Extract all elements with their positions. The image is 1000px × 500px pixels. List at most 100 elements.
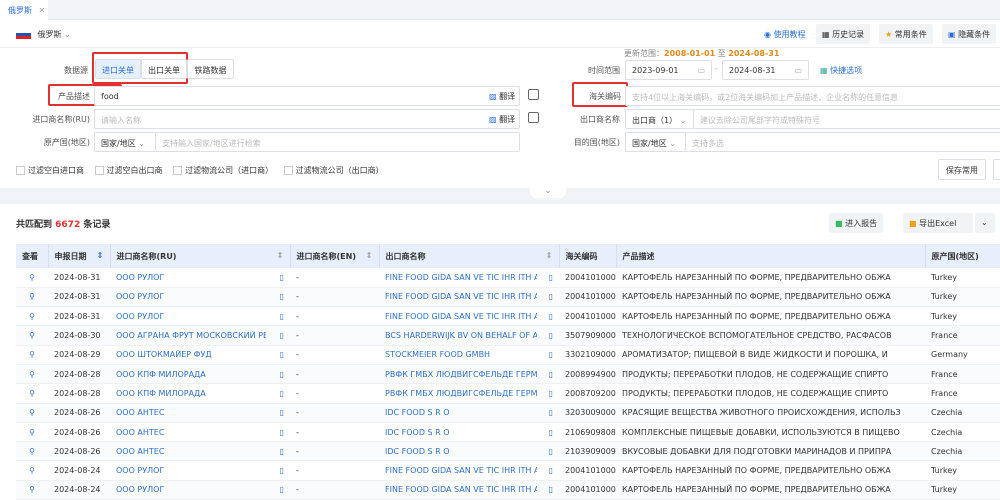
exporter-cell[interactable]: FINE FOOD GIDA SAN VE TIC IHR ITH A S ▯ [379,460,559,481]
copy-icon[interactable]: ▯ [280,447,284,456]
exporter-cell[interactable]: IDC FOOD S R O ▯ [379,441,559,462]
view-icon[interactable]: ⚲ [16,364,48,385]
copy-icon[interactable]: ▯ [549,331,553,340]
col-importer-en[interactable]: 进口商名称(EN) ⇕ [290,244,380,268]
exporter-cell[interactable]: РВФК ГМБХ ЛЮДВИГСФЕЛЬДЕ ГЕРМАН ▯ [379,383,559,404]
exporter-name-input[interactable]: 建议去除公司尾部字符或特殊符号 [693,109,1000,129]
view-icon[interactable]: ⚲ [16,422,48,443]
report-button[interactable]: ■ 进入报告 [829,213,884,233]
copy-icon[interactable]: ▯ [280,389,284,398]
origin-type-select[interactable]: 国家/地区 ⌄ [94,132,156,152]
exporter-cell[interactable]: FINE FOOD GIDA SAN VE TIC IHR ITH A S ▯ [379,306,559,327]
favorites-button[interactable]: ★ 常用条件 [879,24,933,44]
filter-blank-exporter[interactable]: 过滤空白出口商 [94,166,163,175]
exporter-cell[interactable]: FINE FOOD GIDA SAN VE TIC IHR ITH A S ▯ [379,268,559,288]
importer-ru-cell[interactable]: ООО АНТЕС ▯ [110,441,290,462]
date-from-input[interactable]: 2023-09-01 ▭ [625,60,712,80]
camera-icon[interactable] [528,89,539,100]
importer-ru-cell[interactable]: ООО РУЛОГ ▯ [110,480,290,500]
exporter-cell[interactable]: BCS HARDERWIJK BV ON BEHALF OF AG ▯ [379,325,559,346]
view-icon[interactable]: ⚲ [16,268,48,288]
product-description-input[interactable]: food [94,86,520,106]
importer-ru-cell[interactable]: ООО АГРАНА ФРУТ МОСКОВСКИЙ РЕГ ▯ [110,325,290,346]
col-importer-ru[interactable]: 进口商名称(RU) ⇕ [110,244,291,268]
copy-icon[interactable]: ▯ [280,331,284,340]
checkbox[interactable] [94,166,104,175]
importer-name-input[interactable]: 请输入名称 [94,109,520,129]
copy-icon[interactable]: ▯ [549,466,553,475]
destination-input[interactable]: 支持多选 [685,132,1000,152]
importer-ru-cell[interactable]: ООО ШТОКМАЙЕР ФУД ▯ [110,345,290,365]
copy-icon[interactable]: ▯ [549,273,553,282]
import-bill-option[interactable]: 进口关单 [95,59,141,79]
more-button[interactable] [993,159,1000,180]
copy-icon[interactable]: ▯ [549,447,553,456]
tab-russia[interactable]: 俄罗斯 ✕ [0,0,48,20]
importer-ru-cell[interactable]: ООО АНТЕС ▯ [110,422,290,443]
copy-icon[interactable]: ▯ [549,485,553,494]
checkbox[interactable] [16,166,25,175]
close-icon[interactable]: ✕ [39,6,46,15]
hide-conditions-button[interactable]: ▣ 隐藏条件 [942,24,997,44]
view-icon[interactable]: ⚲ [16,480,48,500]
exporter-cell[interactable]: FINE FOOD GIDA SAN VE TIC IHR ITH A S ▯ [379,480,559,500]
exporter-cell[interactable]: FINE FOOD GIDA SAN VE TIC IHR ITH A S ▯ [379,287,559,308]
country-selector[interactable]: 俄罗斯 ⌄ [16,29,71,40]
copy-icon[interactable]: ▯ [280,312,284,321]
copy-icon[interactable]: ▯ [549,389,553,398]
checkbox[interactable] [173,166,183,175]
translate-button[interactable]: ▨ 翻译 [489,91,515,102]
export-dropdown[interactable]: ⌄ [975,213,995,233]
importer-ru-cell[interactable]: ООО РУЛОГ ▯ [110,287,290,308]
view-icon[interactable]: ⚲ [16,325,48,346]
copy-icon[interactable]: ▯ [280,408,284,417]
view-icon[interactable]: ⚲ [16,403,48,423]
save-favorites-button[interactable]: 保存常用 [938,159,986,180]
filter-blank-importer[interactable]: 过滤空白进口商 [16,166,84,175]
importer-ru-cell[interactable]: ООО РУЛОГ ▯ [110,268,290,288]
export-excel-button[interactable]: ■ 导出Excel [903,213,973,233]
importer-ru-cell[interactable]: ООО РУЛОГ ▯ [110,306,290,327]
view-icon[interactable]: ⚲ [16,383,48,404]
quick-options-link[interactable]: ▦ 快捷选项 [820,65,862,76]
filter-logistics-exporter[interactable]: 过滤物流公司（出口商） [283,166,384,175]
export-bill-option[interactable]: 出口关单 [141,59,187,79]
checkbox[interactable] [283,166,293,175]
copy-icon[interactable]: ▯ [280,485,284,494]
importer-ru-cell[interactable]: ООО КПФ МИЛОРАДА ▯ [110,383,290,404]
copy-icon[interactable]: ▯ [549,428,553,437]
view-icon[interactable]: ⚲ [16,345,48,365]
copy-icon[interactable]: ▯ [280,466,284,475]
copy-icon[interactable]: ▯ [280,273,284,282]
translate-button[interactable]: ▨ 翻译 [489,114,515,125]
copy-icon[interactable]: ▯ [549,350,553,359]
exporter-cell[interactable]: РВФК ГМБХ ЛЮДВИГСФЕЛЬДЕ ГЕРМАН ▯ [379,364,559,385]
date-to-input[interactable]: 2024-08-31 ▭ [722,60,809,80]
importer-ru-cell[interactable]: ООО РУЛОГ ▯ [110,460,290,481]
origin-country-input[interactable]: 支持输入国家/地区进行检索 [155,132,520,152]
history-button[interactable]: ▦ 历史记录 [816,24,871,44]
copy-icon[interactable]: ▯ [280,350,284,359]
destination-type-select[interactable]: 国家/地区 ⌄ [625,132,686,152]
railway-data-option[interactable]: 铁路数据 [187,59,234,79]
exporter-cell[interactable]: IDC FOOD S R O ▯ [379,422,559,443]
col-date[interactable]: 申报日期 ⇕ [48,244,111,268]
copy-icon[interactable]: ▯ [549,370,553,379]
col-exporter[interactable]: 出口商名称 ⇕ [379,244,560,268]
view-icon[interactable]: ⚲ [16,306,48,327]
copy-icon[interactable]: ▯ [280,370,284,379]
collapse-toggle[interactable]: ⌄ [530,186,566,198]
copy-icon[interactable]: ▯ [549,292,553,301]
view-icon[interactable]: ⚲ [16,441,48,462]
filter-logistics-importer[interactable]: 过滤物流公司（进口商） [173,166,273,175]
view-icon[interactable]: ⚲ [16,287,48,308]
exporter-type-select[interactable]: 出口商（1） ⌄ [625,109,694,129]
camera-icon[interactable] [528,112,539,123]
importer-ru-cell[interactable]: ООО АНТЕС ▯ [110,403,290,423]
copy-icon[interactable]: ▯ [280,292,284,301]
hs-code-input[interactable]: 支持4位以上海关编码，或2位海关编码加上产品描述、企业名称的任意信息 [625,86,1000,106]
copy-icon[interactable]: ▯ [280,428,284,437]
exporter-cell[interactable]: STOCKMEIER FOOD GMBH ▯ [379,345,559,365]
copy-icon[interactable]: ▯ [549,312,553,321]
copy-icon[interactable]: ▯ [549,408,553,417]
